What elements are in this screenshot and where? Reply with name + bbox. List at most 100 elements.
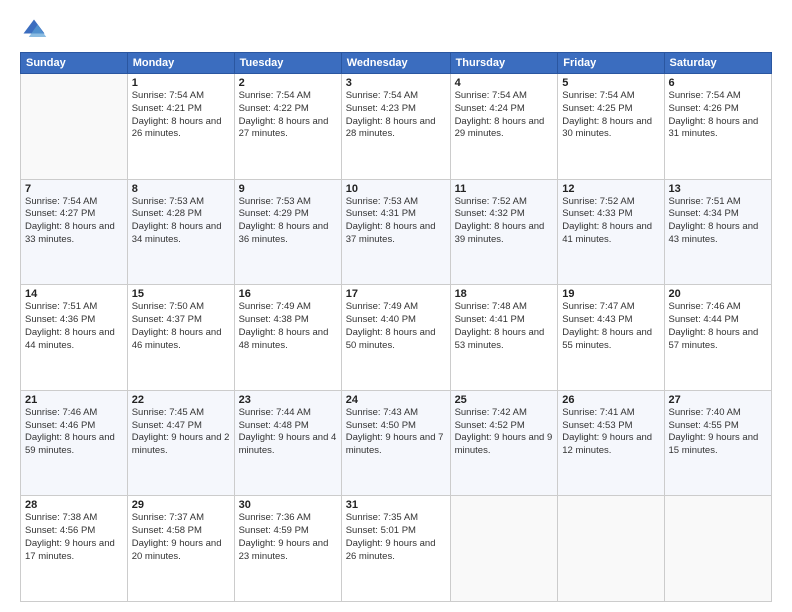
calendar-cell: 3Sunrise: 7:54 AMSunset: 4:23 PMDaylight… [341, 74, 450, 180]
header [20, 16, 772, 44]
calendar-cell: 6Sunrise: 7:54 AMSunset: 4:26 PMDaylight… [664, 74, 772, 180]
day-number: 9 [239, 183, 337, 195]
day-info: Sunrise: 7:44 AMSunset: 4:48 PMDaylight:… [239, 407, 337, 458]
day-number: 16 [239, 288, 337, 300]
calendar-cell: 12Sunrise: 7:52 AMSunset: 4:33 PMDayligh… [558, 179, 664, 285]
page: SundayMondayTuesdayWednesdayThursdayFrid… [0, 0, 792, 612]
day-info: Sunrise: 7:37 AMSunset: 4:58 PMDaylight:… [132, 512, 230, 563]
day-number: 11 [455, 183, 554, 195]
calendar-cell: 2Sunrise: 7:54 AMSunset: 4:22 PMDaylight… [234, 74, 341, 180]
calendar-cell: 26Sunrise: 7:41 AMSunset: 4:53 PMDayligh… [558, 390, 664, 496]
calendar-week-3: 14Sunrise: 7:51 AMSunset: 4:36 PMDayligh… [21, 285, 772, 391]
calendar-header-sunday: Sunday [21, 53, 128, 74]
day-number: 15 [132, 288, 230, 300]
calendar-cell: 10Sunrise: 7:53 AMSunset: 4:31 PMDayligh… [341, 179, 450, 285]
day-info: Sunrise: 7:53 AMSunset: 4:28 PMDaylight:… [132, 196, 230, 247]
day-number: 22 [132, 394, 230, 406]
calendar-header-wednesday: Wednesday [341, 53, 450, 74]
day-number: 28 [25, 499, 123, 511]
day-info: Sunrise: 7:43 AMSunset: 4:50 PMDaylight:… [346, 407, 446, 458]
day-info: Sunrise: 7:54 AMSunset: 4:26 PMDaylight:… [669, 90, 768, 141]
day-number: 17 [346, 288, 446, 300]
calendar-cell: 21Sunrise: 7:46 AMSunset: 4:46 PMDayligh… [21, 390, 128, 496]
day-number: 25 [455, 394, 554, 406]
day-info: Sunrise: 7:47 AMSunset: 4:43 PMDaylight:… [562, 301, 659, 352]
day-info: Sunrise: 7:45 AMSunset: 4:47 PMDaylight:… [132, 407, 230, 458]
day-info: Sunrise: 7:52 AMSunset: 4:33 PMDaylight:… [562, 196, 659, 247]
calendar-cell: 1Sunrise: 7:54 AMSunset: 4:21 PMDaylight… [127, 74, 234, 180]
day-info: Sunrise: 7:42 AMSunset: 4:52 PMDaylight:… [455, 407, 554, 458]
calendar-cell: 4Sunrise: 7:54 AMSunset: 4:24 PMDaylight… [450, 74, 558, 180]
day-number: 19 [562, 288, 659, 300]
day-number: 5 [562, 77, 659, 89]
calendar-cell: 5Sunrise: 7:54 AMSunset: 4:25 PMDaylight… [558, 74, 664, 180]
day-number: 3 [346, 77, 446, 89]
day-info: Sunrise: 7:35 AMSunset: 5:01 PMDaylight:… [346, 512, 446, 563]
calendar-week-5: 28Sunrise: 7:38 AMSunset: 4:56 PMDayligh… [21, 496, 772, 602]
calendar-cell: 14Sunrise: 7:51 AMSunset: 4:36 PMDayligh… [21, 285, 128, 391]
calendar-cell: 20Sunrise: 7:46 AMSunset: 4:44 PMDayligh… [664, 285, 772, 391]
calendar-cell: 23Sunrise: 7:44 AMSunset: 4:48 PMDayligh… [234, 390, 341, 496]
day-number: 21 [25, 394, 123, 406]
day-number: 18 [455, 288, 554, 300]
calendar-cell [664, 496, 772, 602]
day-number: 14 [25, 288, 123, 300]
calendar-cell: 29Sunrise: 7:37 AMSunset: 4:58 PMDayligh… [127, 496, 234, 602]
calendar-cell: 22Sunrise: 7:45 AMSunset: 4:47 PMDayligh… [127, 390, 234, 496]
calendar-table: SundayMondayTuesdayWednesdayThursdayFrid… [20, 52, 772, 602]
day-number: 27 [669, 394, 768, 406]
day-info: Sunrise: 7:53 AMSunset: 4:29 PMDaylight:… [239, 196, 337, 247]
day-number: 7 [25, 183, 123, 195]
day-info: Sunrise: 7:54 AMSunset: 4:27 PMDaylight:… [25, 196, 123, 247]
day-number: 23 [239, 394, 337, 406]
calendar-header-row: SundayMondayTuesdayWednesdayThursdayFrid… [21, 53, 772, 74]
logo [20, 16, 52, 44]
day-info: Sunrise: 7:40 AMSunset: 4:55 PMDaylight:… [669, 407, 768, 458]
day-info: Sunrise: 7:54 AMSunset: 4:23 PMDaylight:… [346, 90, 446, 141]
calendar-week-4: 21Sunrise: 7:46 AMSunset: 4:46 PMDayligh… [21, 390, 772, 496]
day-info: Sunrise: 7:41 AMSunset: 4:53 PMDaylight:… [562, 407, 659, 458]
day-number: 12 [562, 183, 659, 195]
day-info: Sunrise: 7:54 AMSunset: 4:25 PMDaylight:… [562, 90, 659, 141]
calendar-cell: 8Sunrise: 7:53 AMSunset: 4:28 PMDaylight… [127, 179, 234, 285]
calendar-header-thursday: Thursday [450, 53, 558, 74]
calendar-cell: 15Sunrise: 7:50 AMSunset: 4:37 PMDayligh… [127, 285, 234, 391]
day-info: Sunrise: 7:53 AMSunset: 4:31 PMDaylight:… [346, 196, 446, 247]
calendar-cell [450, 496, 558, 602]
day-number: 13 [669, 183, 768, 195]
day-number: 31 [346, 499, 446, 511]
day-number: 26 [562, 394, 659, 406]
calendar-cell: 25Sunrise: 7:42 AMSunset: 4:52 PMDayligh… [450, 390, 558, 496]
calendar-cell: 18Sunrise: 7:48 AMSunset: 4:41 PMDayligh… [450, 285, 558, 391]
calendar-cell: 7Sunrise: 7:54 AMSunset: 4:27 PMDaylight… [21, 179, 128, 285]
calendar-header-saturday: Saturday [664, 53, 772, 74]
day-info: Sunrise: 7:38 AMSunset: 4:56 PMDaylight:… [25, 512, 123, 563]
day-number: 8 [132, 183, 230, 195]
calendar-cell: 30Sunrise: 7:36 AMSunset: 4:59 PMDayligh… [234, 496, 341, 602]
calendar-header-tuesday: Tuesday [234, 53, 341, 74]
calendar-cell: 13Sunrise: 7:51 AMSunset: 4:34 PMDayligh… [664, 179, 772, 285]
logo-icon [20, 16, 48, 44]
day-info: Sunrise: 7:49 AMSunset: 4:38 PMDaylight:… [239, 301, 337, 352]
day-number: 6 [669, 77, 768, 89]
day-info: Sunrise: 7:51 AMSunset: 4:34 PMDaylight:… [669, 196, 768, 247]
day-info: Sunrise: 7:54 AMSunset: 4:21 PMDaylight:… [132, 90, 230, 141]
day-number: 4 [455, 77, 554, 89]
day-info: Sunrise: 7:46 AMSunset: 4:46 PMDaylight:… [25, 407, 123, 458]
day-number: 10 [346, 183, 446, 195]
calendar-cell: 16Sunrise: 7:49 AMSunset: 4:38 PMDayligh… [234, 285, 341, 391]
day-info: Sunrise: 7:49 AMSunset: 4:40 PMDaylight:… [346, 301, 446, 352]
calendar-cell [21, 74, 128, 180]
day-info: Sunrise: 7:46 AMSunset: 4:44 PMDaylight:… [669, 301, 768, 352]
day-info: Sunrise: 7:52 AMSunset: 4:32 PMDaylight:… [455, 196, 554, 247]
day-info: Sunrise: 7:51 AMSunset: 4:36 PMDaylight:… [25, 301, 123, 352]
day-number: 24 [346, 394, 446, 406]
calendar-cell: 19Sunrise: 7:47 AMSunset: 4:43 PMDayligh… [558, 285, 664, 391]
calendar-cell: 17Sunrise: 7:49 AMSunset: 4:40 PMDayligh… [341, 285, 450, 391]
calendar-week-2: 7Sunrise: 7:54 AMSunset: 4:27 PMDaylight… [21, 179, 772, 285]
calendar-header-monday: Monday [127, 53, 234, 74]
calendar-cell: 11Sunrise: 7:52 AMSunset: 4:32 PMDayligh… [450, 179, 558, 285]
day-number: 29 [132, 499, 230, 511]
day-number: 30 [239, 499, 337, 511]
calendar-header-friday: Friday [558, 53, 664, 74]
